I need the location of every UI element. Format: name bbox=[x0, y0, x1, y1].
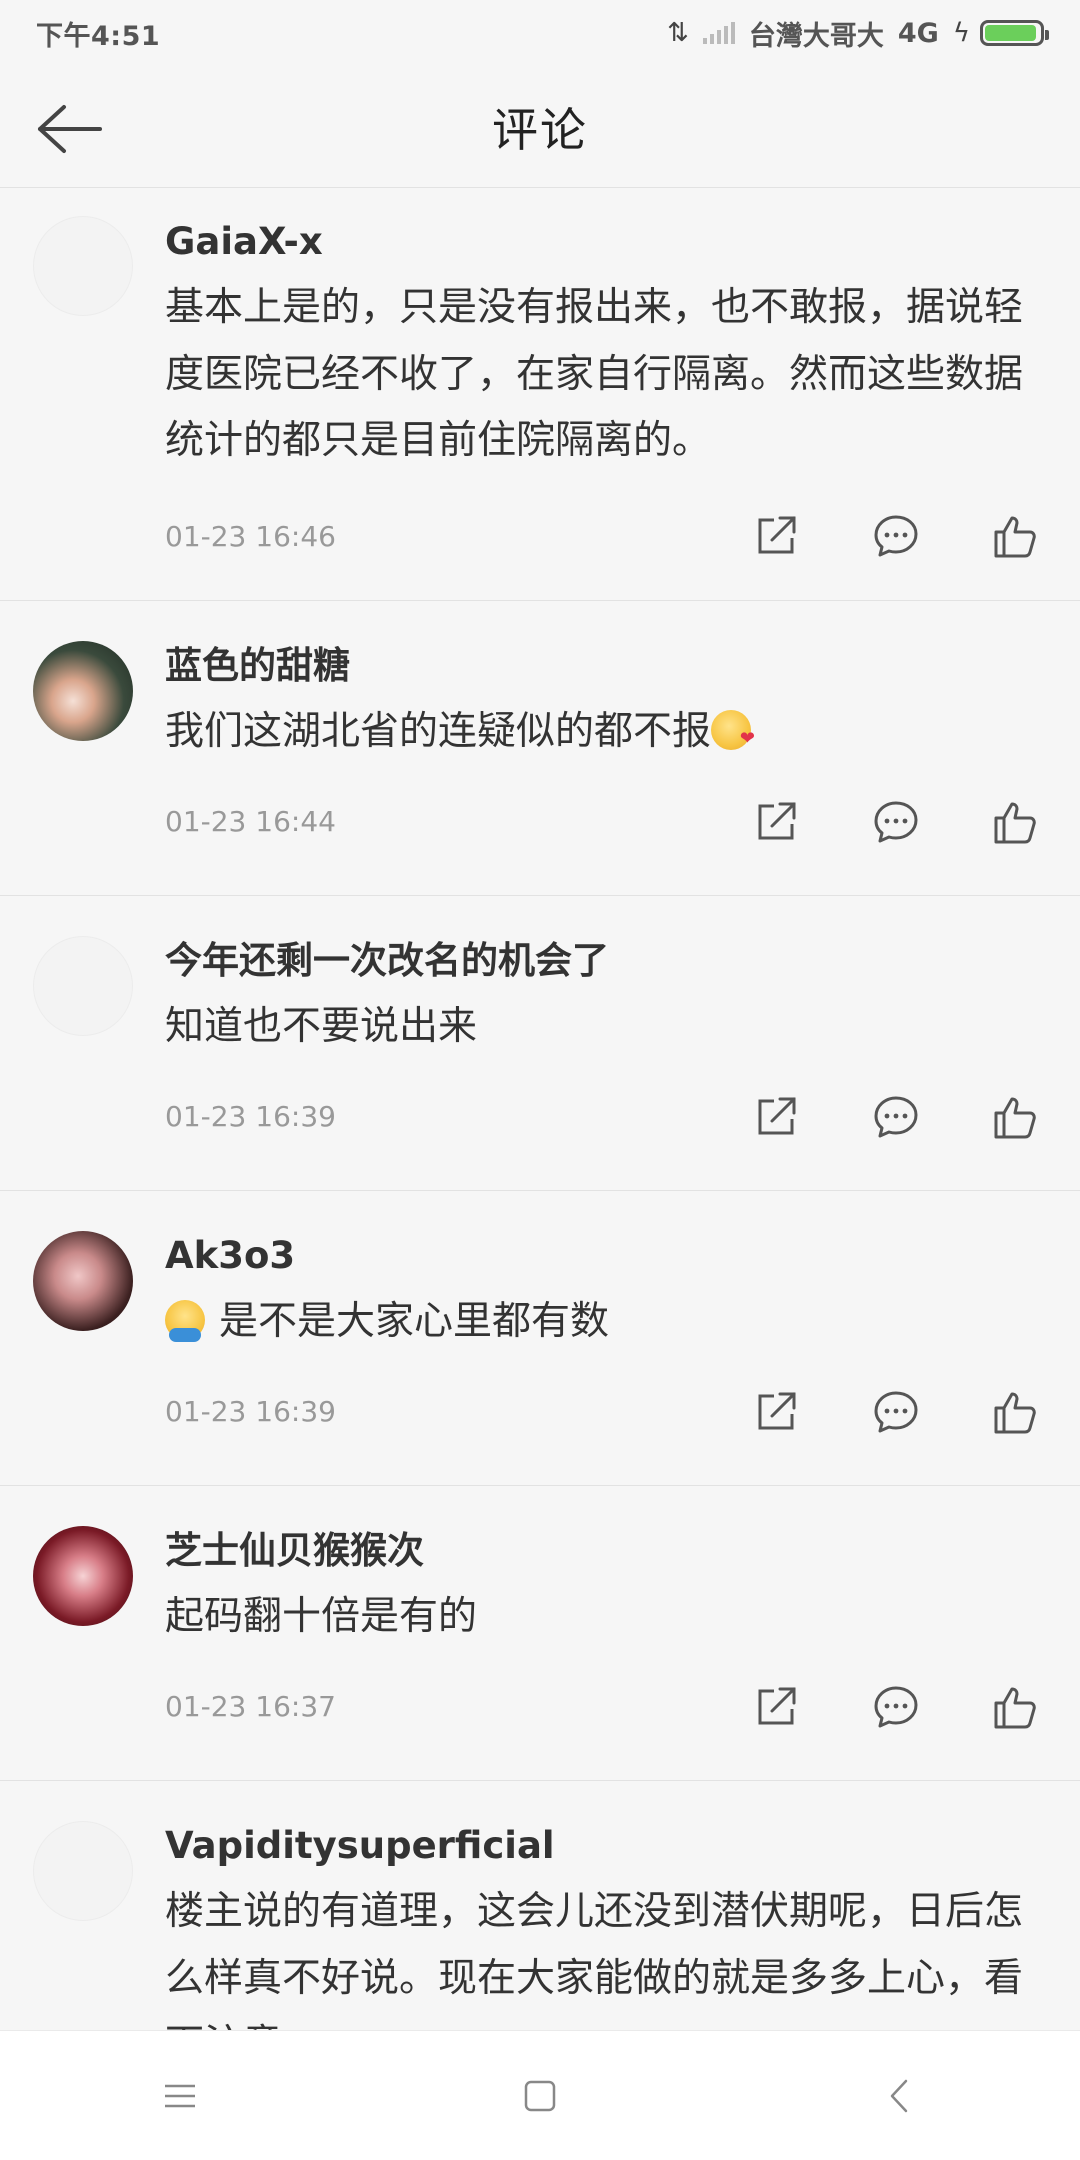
status-bar: 下午4:51 ⇅ 台灣大哥大 4G ϟ bbox=[0, 0, 1080, 66]
comment-username[interactable]: 芝士仙贝猴猴次 bbox=[165, 1528, 1040, 1574]
comment-text: 楼主说的有道理，这会儿还没到潜伏期呢，日后怎么样真不好说。现在大家能做的就是多多… bbox=[165, 1889, 1024, 2030]
like-button[interactable] bbox=[992, 512, 1040, 560]
comment-item: 蓝色的甜糖 我们这湖北省的连疑似的都不报 01-23 16:44 bbox=[0, 601, 1080, 896]
comment-list[interactable]: GaiaX-x 基本上是的，只是没有报出来，也不敢报，据说轻度医院已经不收了，在… bbox=[0, 189, 1080, 2030]
battery-icon bbox=[980, 20, 1049, 46]
nav-back-button[interactable] bbox=[860, 2056, 940, 2136]
comment-bubble-icon bbox=[874, 1096, 918, 1138]
carrier-name: 台灣大哥大 bbox=[748, 20, 884, 52]
network-type: 4G bbox=[897, 17, 939, 49]
comment-time: 01-23 16:39 bbox=[165, 1395, 336, 1429]
avatar[interactable] bbox=[33, 936, 133, 1036]
comment-text: 是不是大家心里都有数 bbox=[219, 1299, 610, 1345]
reply-button[interactable] bbox=[872, 512, 920, 560]
avatar[interactable] bbox=[33, 1821, 133, 1921]
reply-button[interactable] bbox=[872, 1683, 920, 1731]
share-icon bbox=[758, 1097, 796, 1135]
reply-button[interactable] bbox=[872, 1388, 920, 1436]
thumbs-up-icon bbox=[994, 516, 1036, 558]
home-button[interactable] bbox=[500, 2056, 580, 2136]
smiling-face-with-hearts-emoji bbox=[711, 710, 755, 754]
comment-item: 芝士仙贝猴猴次 起码翻十倍是有的 01-23 16:37 bbox=[0, 1486, 1080, 1781]
signal-strength-icon bbox=[702, 22, 735, 44]
comment-text-row: 我们这湖北省的连疑似的都不报 bbox=[165, 699, 1040, 765]
like-button[interactable] bbox=[992, 1683, 1040, 1731]
hugging-face-emoji bbox=[165, 1300, 205, 1343]
status-time: 下午4:51 bbox=[36, 20, 161, 52]
share-button[interactable] bbox=[752, 1683, 800, 1731]
comment-username[interactable]: Ak3o3 bbox=[165, 1233, 1040, 1279]
status-indicators: ⇅ 台灣大哥大 4G ϟ bbox=[667, 14, 1049, 53]
thumbs-up-icon bbox=[994, 1392, 1036, 1434]
share-button[interactable] bbox=[752, 798, 800, 846]
comment-username[interactable]: 蓝色的甜糖 bbox=[165, 643, 1040, 689]
comment-time: 01-23 16:44 bbox=[165, 805, 336, 839]
title-bar: 评论 bbox=[0, 66, 1080, 188]
charging-icon: ϟ bbox=[952, 18, 970, 48]
comment-text: 起码翻十倍是有的 bbox=[165, 1594, 478, 1640]
comment-text: 基本上是的，只是没有报出来，也不敢报，据说轻度医院已经不收了，在家自行隔离。然而… bbox=[165, 285, 1024, 463]
thumbs-up-icon bbox=[994, 1687, 1036, 1729]
comment-text: 知道也不要说出来 bbox=[165, 1004, 478, 1050]
share-button[interactable] bbox=[752, 1388, 800, 1436]
avatar[interactable] bbox=[33, 216, 133, 316]
thumbs-up-icon bbox=[994, 802, 1036, 844]
comment-item: GaiaX-x 基本上是的，只是没有报出来，也不敢报，据说轻度医院已经不收了，在… bbox=[0, 189, 1080, 601]
reply-button[interactable] bbox=[872, 798, 920, 846]
share-icon bbox=[758, 1687, 796, 1725]
avatar[interactable] bbox=[33, 1526, 133, 1626]
comment-username[interactable]: Vapiditysuperficial bbox=[165, 1823, 1040, 1869]
like-button[interactable] bbox=[992, 1388, 1040, 1436]
avatar[interactable] bbox=[33, 641, 133, 741]
page-title: 评论 bbox=[492, 102, 588, 157]
share-icon bbox=[758, 802, 796, 840]
share-button[interactable] bbox=[752, 1093, 800, 1141]
home-square-icon bbox=[524, 2080, 556, 2111]
comment-bubble-icon bbox=[874, 1686, 918, 1728]
comment-time: 01-23 16:37 bbox=[165, 1690, 336, 1724]
reply-button[interactable] bbox=[872, 1093, 920, 1141]
back-button[interactable] bbox=[30, 94, 110, 164]
system-nav-bar bbox=[0, 2030, 1080, 2160]
like-button[interactable] bbox=[992, 798, 1040, 846]
comment-bubble-icon bbox=[874, 801, 918, 843]
menu-button[interactable] bbox=[140, 2056, 220, 2136]
menu-icon bbox=[165, 2084, 195, 2107]
thumbs-up-icon bbox=[994, 1097, 1036, 1139]
comment-item: Ak3o3 是不是大家心里都有数 01-23 16:39 bbox=[0, 1191, 1080, 1486]
back-arrow-icon bbox=[38, 105, 102, 153]
share-icon bbox=[758, 1392, 796, 1430]
comment-text-row: 是不是大家心里都有数 bbox=[165, 1289, 1040, 1355]
comment-time: 01-23 16:46 bbox=[165, 519, 336, 553]
comment-text: 我们这湖北省的连疑似的都不报 bbox=[165, 709, 712, 755]
like-button[interactable] bbox=[992, 1093, 1040, 1141]
data-transfer-icon: ⇅ bbox=[667, 18, 689, 48]
comment-item: 今年还剩一次改名的机会了 知道也不要说出来 01-23 16:39 bbox=[0, 896, 1080, 1191]
comment-username[interactable]: 今年还剩一次改名的机会了 bbox=[165, 938, 1040, 984]
battery-fill bbox=[985, 25, 1037, 41]
comment-item: Vapiditysuperficial 楼主说的有道理，这会儿还没到潜伏期呢，日… bbox=[0, 1781, 1080, 2030]
comment-time: 01-23 16:39 bbox=[165, 1100, 336, 1134]
share-button[interactable] bbox=[752, 512, 800, 560]
share-icon bbox=[758, 516, 796, 554]
avatar[interactable] bbox=[33, 1231, 133, 1331]
comment-bubble-icon bbox=[874, 1391, 918, 1433]
chevron-left-icon bbox=[890, 2079, 908, 2112]
comment-username[interactable]: GaiaX-x bbox=[165, 219, 1040, 265]
comment-bubble-icon bbox=[874, 515, 918, 557]
